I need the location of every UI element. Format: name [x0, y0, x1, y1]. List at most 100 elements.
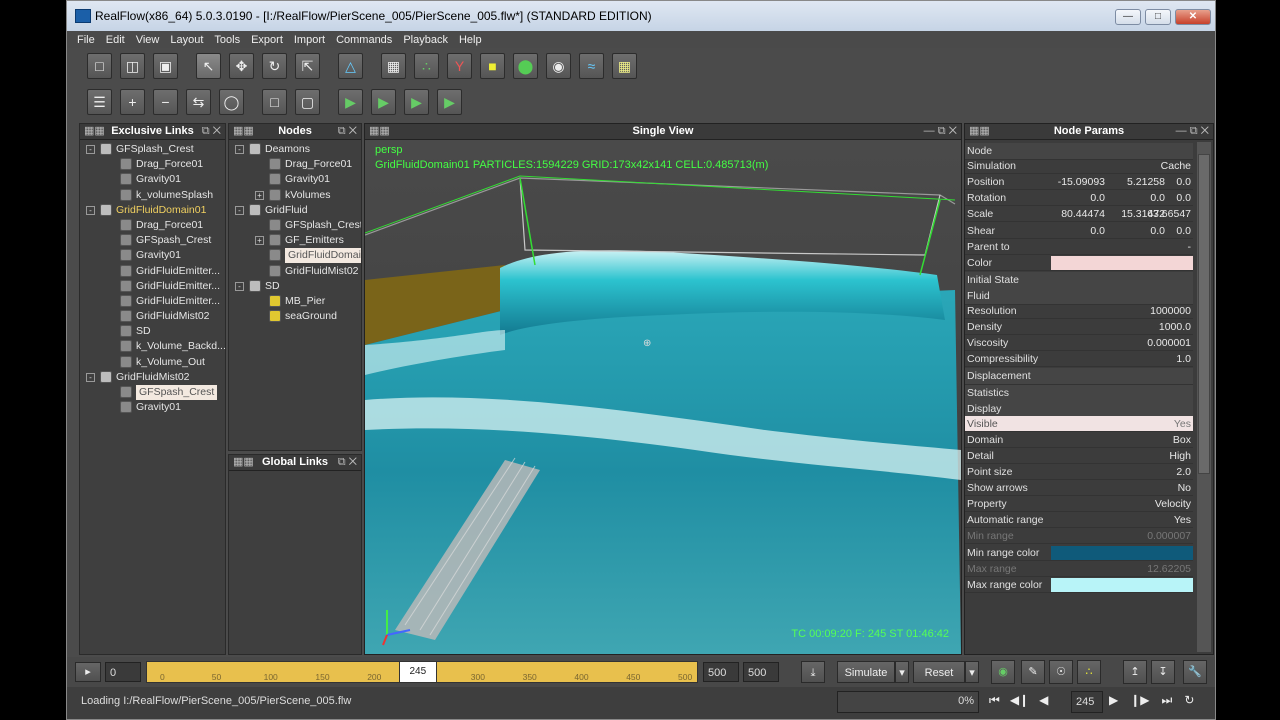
link-remove-button[interactable]: −	[153, 89, 178, 115]
mesh-toggle-button[interactable]: ✎	[1021, 660, 1045, 684]
timeline-playhead[interactable]: 245	[398, 661, 437, 683]
param-row[interactable]: Parent to -	[965, 239, 1193, 255]
tree-item[interactable]: - GridFluid	[229, 203, 361, 218]
panel-float-close-icon[interactable]: — ⧉ ✕	[1176, 124, 1209, 139]
simulate-dropdown[interactable]: ▾	[895, 661, 909, 683]
tree-item[interactable]: GFSpash_Crest	[80, 385, 225, 400]
end-frame-field[interactable]: 500	[703, 662, 739, 682]
param-row[interactable]: Visible Yes	[965, 415, 1193, 432]
param-row[interactable]: Domain Box	[965, 432, 1193, 448]
current-frame-field[interactable]: 245	[1071, 691, 1103, 713]
add-grid-domain-button[interactable]: ▦	[612, 53, 637, 79]
add-rigid-body-button[interactable]: ⬤	[513, 53, 538, 79]
param-row[interactable]: Max range 12.62205	[965, 561, 1193, 577]
timeline-slider[interactable]: 050100150200250300350400450500 245	[146, 661, 698, 683]
tree-item[interactable]: GridFluidMist02	[80, 309, 225, 324]
batch-simulate-button[interactable]: ▶	[338, 89, 363, 115]
tree-item[interactable]: - GridFluidDomain01	[80, 203, 225, 218]
step-forward-button[interactable]: ❙▶	[1130, 693, 1149, 708]
param-row[interactable]: Scale 80.44474 15.31472 63.66547	[965, 206, 1193, 223]
tree-item[interactable]: + GF_Emitters	[229, 233, 361, 248]
panel-float-close-icon[interactable]: ⧉ ✕	[338, 124, 357, 139]
export-down-button[interactable]: ↧	[1151, 660, 1175, 684]
simulate-button[interactable]: Simulate	[837, 661, 895, 683]
param-value[interactable]: 2.0	[1049, 464, 1191, 480]
tree-item[interactable]: GridFluidDomain01	[229, 248, 361, 264]
axis-tool-button[interactable]: △	[338, 53, 363, 79]
export-up-button[interactable]: ↥	[1123, 660, 1147, 684]
menu-help[interactable]: Help	[459, 34, 482, 46]
add-camera-button[interactable]: ◉	[546, 53, 571, 79]
expand-icon[interactable]: +	[255, 236, 264, 246]
tree-item[interactable]: GridFluidMist02	[229, 264, 361, 279]
skip-end-button[interactable]: ⏭	[1162, 693, 1173, 708]
menu-view[interactable]: View	[136, 34, 160, 46]
tree-item[interactable]: k_Volume_Out	[80, 355, 225, 370]
tree-item[interactable]: Drag_Force01	[80, 157, 225, 172]
param-value[interactable]: 63.66547	[1049, 206, 1191, 222]
tree-item[interactable]: GridFluidEmitter...	[80, 279, 225, 294]
link-toggle-button[interactable]: ⇆	[186, 89, 211, 115]
cache-toggle-button[interactable]: ◉	[991, 660, 1015, 684]
link-add-button[interactable]: +	[120, 89, 145, 115]
menu-commands[interactable]: Commands	[336, 34, 392, 46]
param-value[interactable]: 0.0	[1049, 223, 1191, 239]
tree-item[interactable]: Drag_Force01	[229, 157, 361, 172]
tree-item[interactable]: - Deamons	[229, 142, 361, 157]
param-row[interactable]: Min range 0.000007	[965, 528, 1193, 545]
minimize-button[interactable]: —	[1115, 9, 1141, 25]
color-swatch[interactable]	[1051, 577, 1193, 592]
collapse-icon[interactable]: -	[235, 281, 244, 291]
param-section[interactable]: Initial State	[965, 271, 1193, 289]
tree-item[interactable]: Gravity01	[80, 248, 225, 263]
save-button[interactable]: ▣	[153, 53, 178, 79]
param-row[interactable]: Color	[965, 255, 1193, 271]
param-value[interactable]: 0.0	[1049, 190, 1191, 206]
param-row[interactable]: Automatic range Yes	[965, 512, 1193, 529]
tree-item[interactable]: GFSplash_Crest	[229, 218, 361, 233]
param-value[interactable]: Cache	[1049, 158, 1191, 174]
3d-viewport[interactable]: ⊕	[365, 140, 961, 654]
param-value[interactable]: 1000.0	[1049, 319, 1191, 335]
tree-item[interactable]: k_volumeSplash	[80, 188, 225, 203]
tree-item[interactable]: Gravity01	[80, 400, 225, 415]
move-tool-button[interactable]: ✥	[229, 53, 254, 79]
batch-mesh-button[interactable]: ▶	[371, 89, 396, 115]
tree-item[interactable]: Gravity01	[229, 172, 361, 187]
skip-start-button[interactable]: ⏮	[989, 693, 1000, 708]
tree-item[interactable]: Gravity01	[80, 172, 225, 187]
param-section[interactable]: Statistics	[965, 384, 1193, 402]
param-row[interactable]: Shear 0.0 0.0 0.0	[965, 223, 1193, 239]
param-section[interactable]: Displacement	[965, 368, 1193, 386]
batch-render-button[interactable]: ▶	[437, 89, 462, 115]
tree-item[interactable]: GFSpash_Crest	[80, 233, 225, 248]
param-value[interactable]: No	[1049, 480, 1191, 496]
tree-item[interactable]: + kVolumes	[229, 188, 361, 203]
param-row[interactable]: Max range color	[965, 577, 1193, 593]
color-swatch[interactable]	[1051, 255, 1193, 270]
param-value[interactable]: 12.62205	[1049, 561, 1191, 577]
param-row[interactable]: Property Velocity	[965, 496, 1193, 513]
play-forward-button[interactable]: ▶	[1109, 693, 1118, 708]
tree-item[interactable]: seaGround	[229, 309, 361, 324]
reset-button[interactable]: Reset	[913, 661, 965, 683]
export-central-button[interactable]: ☰	[87, 89, 112, 115]
params-scrollbar[interactable]	[1197, 142, 1211, 652]
param-value[interactable]: Velocity	[1049, 496, 1191, 512]
tree-item[interactable]: k_Volume_Backd...	[80, 339, 225, 354]
timeline-options-button[interactable]: ⤓	[801, 661, 825, 683]
start-frame-field[interactable]: 0	[105, 662, 141, 682]
rotate-tool-button[interactable]: ↻	[262, 53, 287, 79]
timeline-menu-button[interactable]: ▸	[75, 662, 101, 682]
tree-item[interactable]: GridFluidEmitter...	[80, 294, 225, 309]
close-button[interactable]: ✕	[1175, 9, 1211, 25]
param-value[interactable]: High	[1049, 448, 1191, 464]
add-wave-button[interactable]: ≈	[579, 53, 604, 79]
batch-preview-button[interactable]: ▶	[404, 89, 429, 115]
loop-button[interactable]: ↻	[1184, 693, 1194, 708]
panel-float-close-icon[interactable]: ⧉ ✕	[338, 455, 357, 470]
new-file-button[interactable]: □	[87, 53, 112, 79]
preview-toggle-button[interactable]: ☉	[1049, 660, 1073, 684]
open-file-button[interactable]: ◫	[120, 53, 145, 79]
param-row[interactable]: Simulation Cache	[965, 158, 1193, 175]
